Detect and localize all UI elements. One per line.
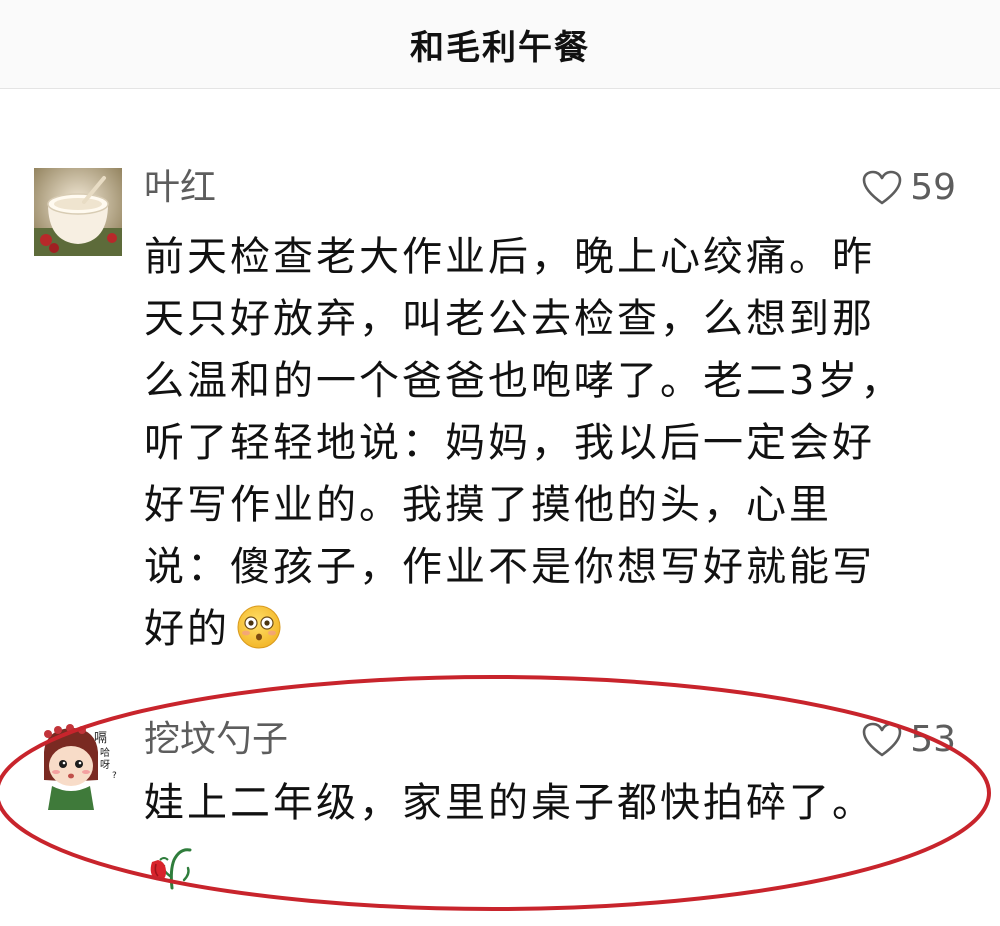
comment-author[interactable]: 叶红 — [144, 170, 216, 206]
comment-line: 么温和的一个爸爸也咆哮了。老二3岁， — [144, 358, 904, 404]
flushed-face-emoji-icon — [237, 605, 281, 649]
comment-author[interactable]: 挖坟勺子 — [144, 722, 288, 758]
yogurt-bowl-avatar-image — [34, 168, 122, 256]
comment-line: 娃上二年级，家里的桌子都快拍碎了。 — [144, 780, 875, 826]
comment-line: 好的 — [144, 606, 230, 652]
like-count: 59 — [910, 167, 956, 208]
like-button[interactable]: 59 — [862, 170, 956, 206]
top-bar: 和毛利午餐 — [0, 0, 1000, 89]
comment-body: 前天检查老大作业后，晚上心绞痛。昨 天只好放弃，叫老公去检查，么想到那 么温和的… — [144, 226, 934, 660]
comment-line: 听了轻轻地说：妈妈，我以后一定会好 — [144, 420, 875, 466]
comment-body: 娃上二年级，家里的桌子都快拍碎了。 — [144, 772, 934, 834]
avatar-sticker-text: 呀 — [100, 759, 110, 771]
comment-line: 前天检查老大作业后，晚上心绞痛。昨 — [144, 234, 875, 280]
avatar-sticker-text: ? — [112, 771, 117, 781]
heart-icon — [862, 722, 902, 757]
avatar[interactable] — [34, 168, 122, 256]
comment-line: 天只好放弃，叫老公去检查，么想到那 — [144, 296, 875, 342]
comment-line: 说：傻孩子，作业不是你想写好就能写 — [144, 544, 875, 590]
like-count: 53 — [910, 719, 956, 760]
heart-icon — [862, 170, 902, 205]
wilted-rose-icon — [150, 848, 192, 890]
comment-line-last: 好的 — [144, 598, 934, 660]
comment-line: 好写作业的。我摸了摸他的头，心里 — [144, 482, 832, 528]
like-button[interactable]: 53 — [862, 722, 956, 758]
page-title: 和毛利午餐 — [410, 27, 590, 68]
cartoon-girl-avatar-image: 嗝 哈 呀 ? — [34, 722, 122, 810]
avatar-sticker-text: 嗝 — [94, 731, 107, 746]
avatar[interactable]: 嗝 哈 呀 ? — [34, 722, 122, 810]
avatar-sticker-text: 哈 — [100, 746, 110, 759]
